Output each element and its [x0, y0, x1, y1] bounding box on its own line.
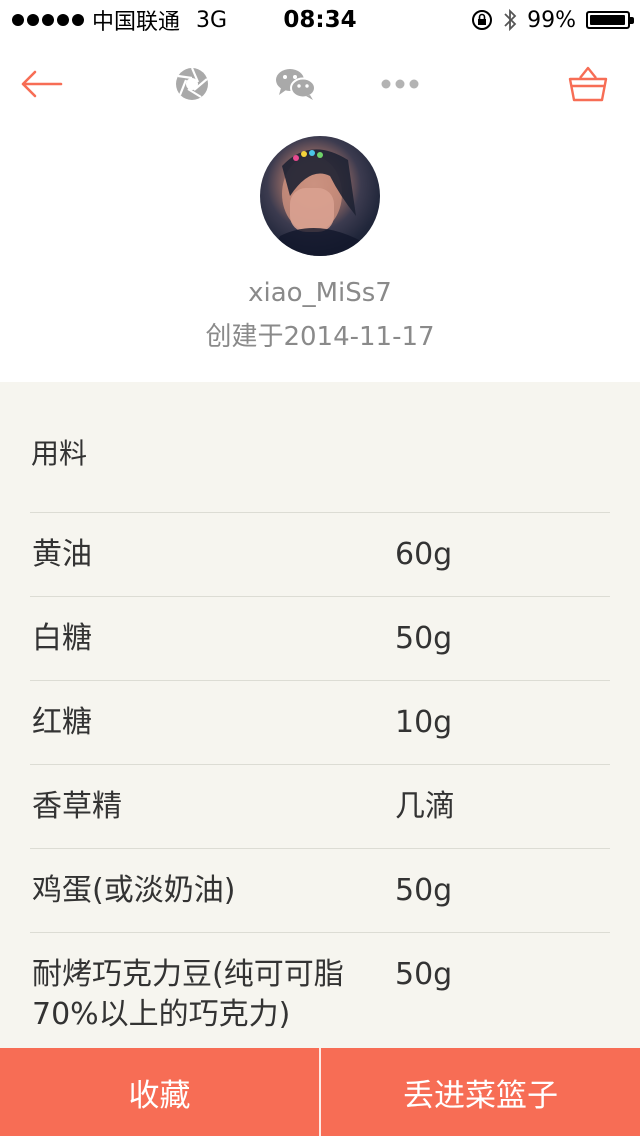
ingredient-row: 耐烤巧克力豆(纯可可脂70%以上的巧克力) 50g — [30, 932, 610, 1052]
bluetooth-icon — [504, 8, 517, 32]
basket-icon — [568, 66, 608, 102]
ingredient-amount: 60g — [395, 537, 453, 572]
ingredient-amount: 50g — [395, 621, 453, 656]
add-to-basket-button[interactable]: 丢进菜篮子 — [321, 1048, 640, 1136]
ingredient-amount: 50g — [395, 957, 453, 992]
ingredient-name: 鸡蛋(或淡奶油) — [32, 873, 236, 908]
author-profile: xiao_MiSs7 创建于2014-11-17 — [0, 128, 640, 382]
bottom-divider — [319, 1048, 321, 1136]
ingredient-amount: 10g — [395, 705, 453, 740]
avatar-photo — [270, 149, 370, 256]
status-bar: 中国联通 3G 08:34 99% — [0, 0, 640, 40]
more-button[interactable] — [378, 62, 422, 106]
ingredient-row: 鸡蛋(或淡奶油) 50g — [30, 848, 610, 932]
ingredient-name: 香草精 — [32, 789, 122, 824]
status-right: 99% — [471, 0, 634, 40]
more-icon — [381, 79, 419, 89]
aperture-icon — [176, 67, 208, 100]
ingredient-row: 白糖 50g — [30, 596, 610, 680]
back-button[interactable] — [19, 62, 63, 106]
username[interactable]: xiao_MiSs7 — [0, 278, 640, 308]
nav-bar — [0, 40, 640, 128]
ingredient-row: 红糖 10g — [30, 680, 610, 764]
ingredient-name: 白糖 — [32, 621, 92, 656]
ingredient-amount: 50g — [395, 873, 453, 908]
basket-button[interactable] — [566, 62, 610, 106]
battery-percentage: 99% — [527, 7, 576, 33]
ingredient-amount: 几滴 — [395, 789, 455, 824]
ingredient-name: 耐烤巧克力豆(纯可可脂70%以上的巧克力) — [32, 957, 344, 1032]
arrow-left-icon — [21, 70, 63, 98]
ingredients-section: 用料 黄油 60g 白糖 50g 红糖 10g 香草精 几滴 鸡蛋(或淡奶油) … — [0, 382, 640, 1136]
battery-icon — [586, 11, 634, 29]
camera-button[interactable] — [170, 62, 214, 106]
ingredient-name: 红糖 — [32, 705, 92, 740]
ingredient-row: 香草精 几滴 — [30, 764, 610, 848]
avatar[interactable] — [260, 136, 380, 256]
rotation-lock-icon — [472, 10, 493, 30]
wechat-icon — [276, 69, 316, 100]
wechat-share-button[interactable] — [274, 62, 318, 106]
ingredient-row: 黄油 60g — [30, 512, 610, 596]
ingredient-name: 黄油 — [32, 537, 92, 572]
favorite-button[interactable]: 收藏 — [0, 1048, 319, 1136]
ingredients-title: 用料 — [31, 437, 88, 470]
created-date: 创建于2014-11-17 — [205, 322, 435, 352]
ingredients-list: 黄油 60g 白糖 50g 红糖 10g 香草精 几滴 鸡蛋(或淡奶油) 50g… — [30, 512, 610, 1052]
bottom-action-bar: 收藏 丢进菜篮子 — [0, 1048, 640, 1136]
